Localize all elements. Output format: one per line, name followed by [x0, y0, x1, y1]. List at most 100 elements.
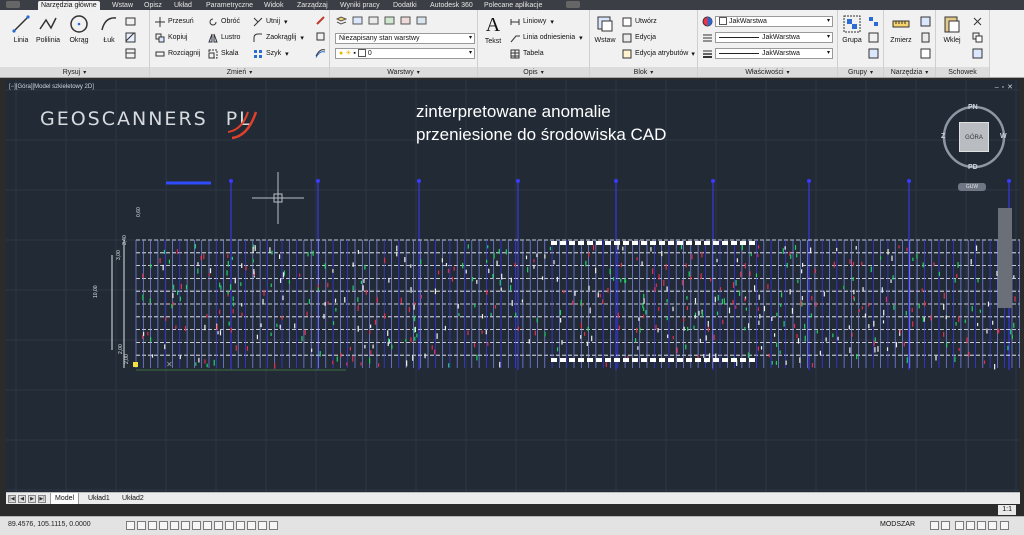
next-tab-icon[interactable]: ▶ — [28, 495, 36, 503]
table-button[interactable]: Tabela — [510, 48, 544, 59]
layer-isolate-icon[interactable] — [384, 15, 395, 26]
compass-west[interactable]: Z — [941, 133, 945, 140]
first-tab-icon[interactable]: |◀ — [8, 495, 16, 503]
quick-view-layouts-icon[interactable] — [930, 521, 939, 530]
copy-button[interactable]: Kopiuj — [155, 32, 187, 43]
measure-button[interactable]: Zmierz — [886, 14, 916, 44]
wcs-menu[interactable]: GUW — [958, 183, 986, 191]
annotation-scale[interactable]: 1:1 — [998, 505, 1016, 515]
polyline-button[interactable]: Polilinia — [33, 14, 63, 44]
viewcube-top-face[interactable]: GÓRA — [959, 122, 989, 152]
viewport-controls-label[interactable]: [−][Góra][Model szkieletowy 2D] — [9, 84, 94, 90]
linetype-dropdown[interactable]: JakWarstwa ▾ — [715, 32, 833, 43]
close-icon[interactable]: ✕ — [1007, 84, 1016, 91]
trim-button[interactable]: Utnij ▾ — [253, 16, 288, 27]
lineweight-icon[interactable] — [702, 48, 713, 59]
offset-icon[interactable] — [315, 47, 326, 58]
paste-button[interactable]: Wklej — [938, 14, 966, 44]
linetype-icon[interactable] — [702, 32, 713, 43]
quick-select-icon[interactable] — [920, 16, 931, 27]
grid-display-icon[interactable] — [148, 521, 157, 530]
panel-draw-title[interactable]: Rysuj ▾ — [0, 67, 149, 77]
layer-freeze-icon[interactable] — [416, 15, 427, 26]
selection-cycling-icon[interactable] — [269, 521, 278, 530]
copy-clip-icon[interactable] — [972, 32, 983, 43]
snap-mode-icon[interactable] — [137, 521, 146, 530]
ribbon-toggle-button[interactable] — [566, 1, 580, 8]
tab-addins[interactable]: Dodatki — [393, 1, 417, 10]
tab-featured-apps[interactable]: Polecane aplikacje — [484, 1, 542, 10]
array-button[interactable]: Szyk ▾ — [253, 48, 289, 59]
copy-link-icon[interactable] — [972, 48, 983, 59]
tab-manage[interactable]: Zarządzaj — [297, 1, 328, 10]
transparency-icon[interactable] — [247, 521, 256, 530]
ungroup-icon[interactable] — [868, 16, 879, 27]
workspace-switch-icon[interactable] — [966, 521, 975, 530]
group-edit-icon[interactable] — [868, 32, 879, 43]
calculator-icon[interactable] — [920, 32, 931, 43]
viewcube[interactable]: PN PD W Z GÓRA — [939, 102, 1009, 180]
text-button[interactable]: A Tekst — [481, 14, 505, 45]
panel-block-title[interactable]: Blok ▾ — [590, 67, 697, 77]
quick-view-drawings-icon[interactable] — [941, 521, 950, 530]
3d-object-snap-icon[interactable] — [192, 521, 201, 530]
tab-view[interactable]: Widok — [264, 1, 283, 10]
ortho-mode-icon[interactable] — [159, 521, 168, 530]
coordinate-readout[interactable]: 89.4576, 105.1115, 0.0000 — [8, 521, 91, 528]
last-tab-icon[interactable]: ▶| — [38, 495, 46, 503]
dynamic-ucs-icon[interactable] — [214, 521, 223, 530]
polar-tracking-icon[interactable] — [170, 521, 179, 530]
circle-button[interactable]: Okrąg — [64, 14, 94, 44]
layer-previous-icon[interactable] — [368, 15, 379, 26]
cut-icon[interactable] — [972, 16, 983, 27]
isolate-objects-icon[interactable] — [988, 521, 997, 530]
insert-block-button[interactable]: Wstaw — [593, 14, 617, 44]
lineweight-dropdown[interactable]: JakWarstwa ▾ — [715, 48, 833, 59]
region-icon[interactable] — [125, 48, 136, 59]
panel-properties-title[interactable]: Właściwości ▾ — [698, 67, 837, 77]
command-line-area[interactable]: 1:1 — [6, 504, 1020, 516]
panel-groups-title[interactable]: Grupy ▾ — [838, 67, 883, 77]
panel-clipboard-title[interactable]: Schowek — [936, 67, 989, 77]
edit-attributes-button[interactable]: Edycja atrybutów ▾ — [622, 48, 695, 59]
layer-state-dropdown[interactable]: Niezapisany stan warstwy ▾ — [335, 33, 475, 44]
layer-dropdown[interactable]: ● ☀ ▪ 0 ▾ — [335, 48, 475, 59]
minimize-icon[interactable]: – — [995, 84, 1002, 91]
id-point-icon[interactable] — [920, 48, 931, 59]
tab-home[interactable]: Narzędzia główne — [38, 1, 100, 10]
layer-unisolate-icon[interactable] — [400, 15, 411, 26]
group-button[interactable]: Grupa — [840, 14, 864, 44]
erase-icon[interactable] — [315, 15, 326, 26]
clean-screen-icon[interactable] — [1000, 521, 1009, 530]
stretch-button[interactable]: Rozciągnij — [155, 48, 200, 59]
tab-annotate[interactable]: Opisz — [144, 1, 162, 10]
color-dropdown[interactable]: JakWarstwa ▾ — [715, 16, 833, 27]
line-button[interactable]: Linia — [6, 14, 36, 44]
application-menu-button[interactable] — [6, 1, 20, 8]
vertical-scrollbar[interactable] — [998, 208, 1012, 308]
lock-ui-icon[interactable] — [977, 521, 986, 530]
rectangle-icon[interactable] — [125, 16, 136, 27]
tab-layout[interactable]: Układ — [174, 1, 192, 10]
leader-button[interactable]: Linia odniesienia ▾ — [510, 32, 583, 43]
viewport-window-controls[interactable]: –▫✕ — [995, 83, 1016, 91]
create-block-button[interactable]: Utwórz — [622, 16, 657, 27]
compass-north[interactable]: PN — [968, 104, 978, 111]
panel-layers-title[interactable]: Warstwy ▾ — [330, 67, 477, 77]
dynamic-input-icon[interactable] — [225, 521, 234, 530]
tab-output[interactable]: Wyniki pracy — [340, 1, 380, 10]
match-properties-icon[interactable] — [702, 16, 713, 27]
object-snap-icon[interactable] — [181, 521, 190, 530]
linear-dim-button[interactable]: Liniowy ▾ — [510, 16, 554, 27]
layer-match-icon[interactable] — [352, 15, 363, 26]
fillet-button[interactable]: Zaokrąglij ▾ — [253, 32, 304, 43]
annotation-visibility-icon[interactable] — [955, 521, 964, 530]
quick-properties-icon[interactable] — [258, 521, 267, 530]
drawing-canvas[interactable]: ✕ [−][Góra][Model szkieletowy 2D] –▫✕ GE… — [6, 80, 1020, 492]
prev-tab-icon[interactable]: ◀ — [18, 495, 26, 503]
compass-east[interactable]: W — [1000, 133, 1007, 140]
panel-modify-title[interactable]: Zmień ▾ — [150, 67, 329, 77]
group-select-icon[interactable] — [868, 48, 879, 59]
compass-south[interactable]: PD — [968, 164, 978, 171]
tab-autodesk360[interactable]: Autodesk 360 — [430, 1, 473, 10]
